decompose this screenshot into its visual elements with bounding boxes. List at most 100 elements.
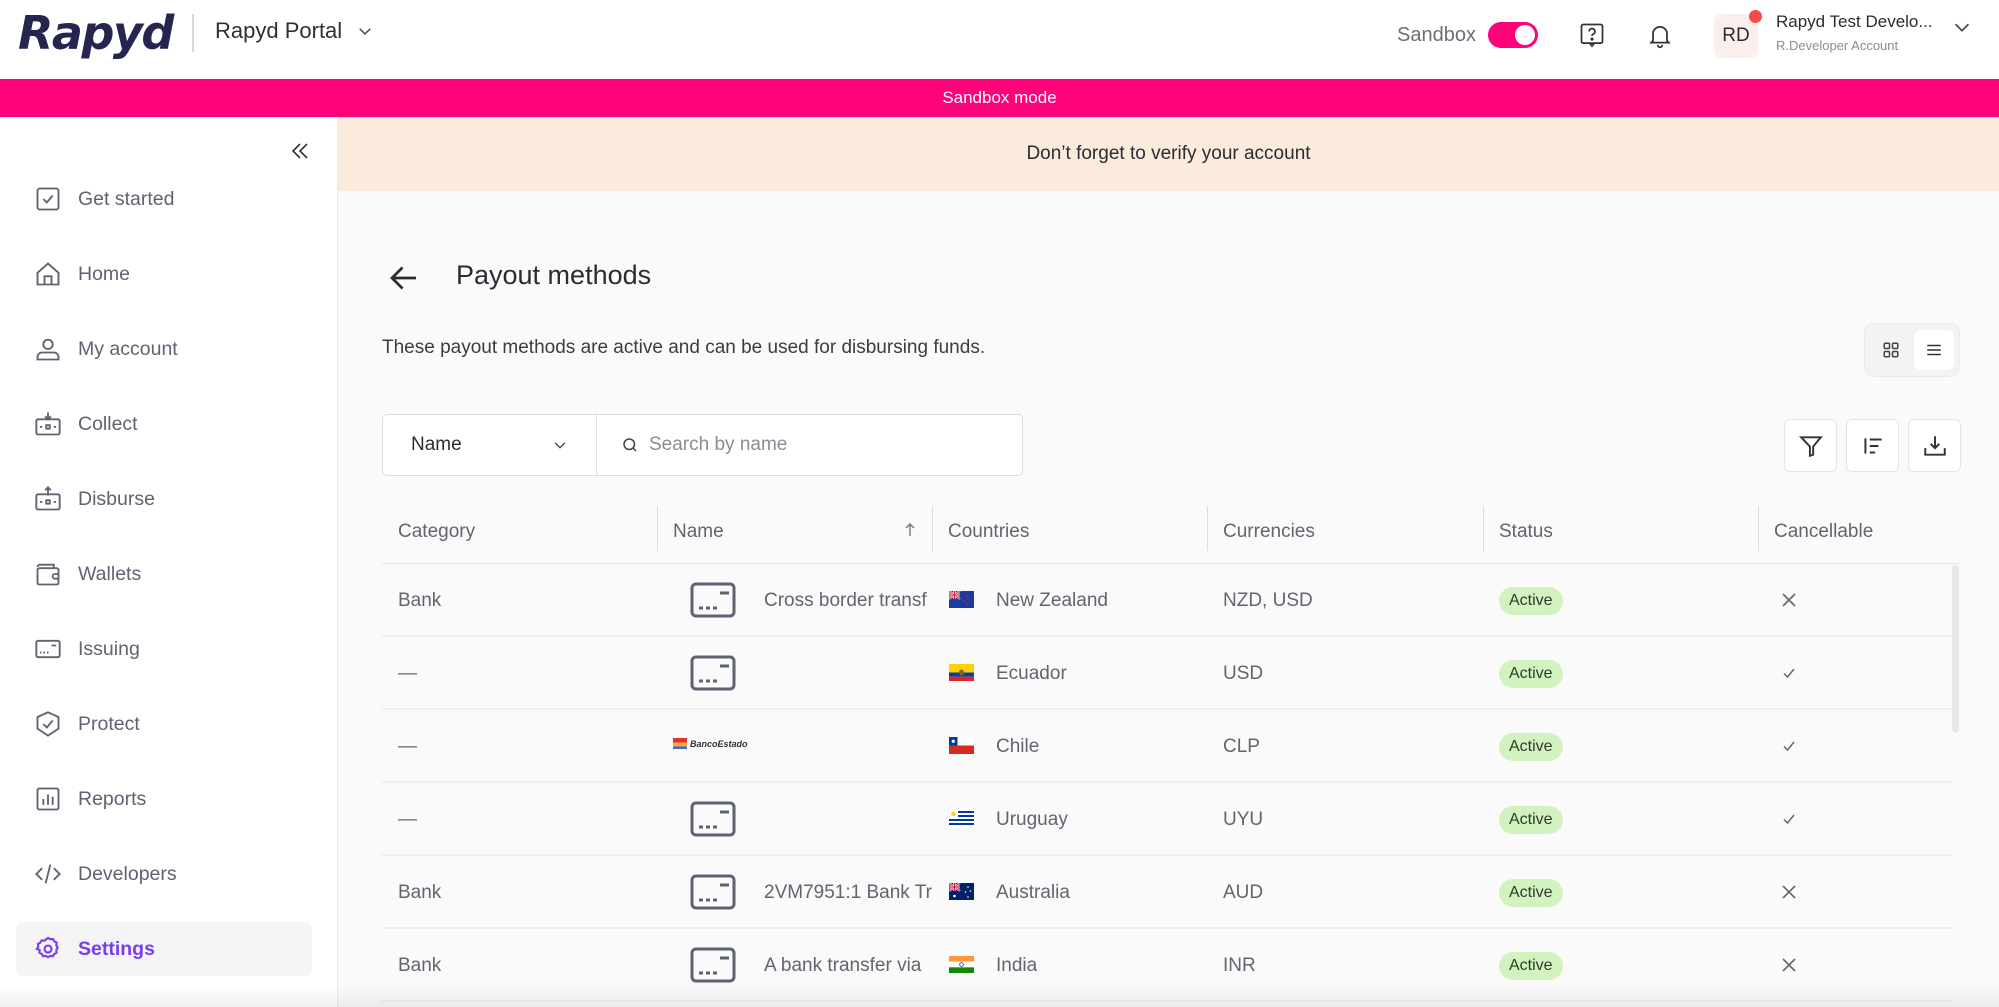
- back-arrow-icon[interactable]: [386, 260, 422, 296]
- portal-label: Rapyd Portal: [215, 18, 343, 43]
- sidebar-item-issuing[interactable]: Issuing: [16, 622, 312, 676]
- cell-currencies: USD: [1223, 662, 1264, 684]
- cell-category: —: [398, 735, 417, 757]
- status-badge: Active: [1499, 805, 1563, 834]
- card-icon: [690, 874, 736, 910]
- disburse-icon: [35, 486, 61, 511]
- notification-dot: [1749, 10, 1762, 23]
- sidebar-item-protect[interactable]: Protect: [16, 697, 312, 751]
- sidebar-item-label: Wallets: [78, 562, 142, 585]
- account-type: R.Developer Account: [1776, 38, 1899, 53]
- top-bar: Rapyd Rapyd Portal Sandbox RD Rapyd Test…: [0, 0, 1999, 79]
- search-icon: [623, 438, 637, 452]
- list-view-button[interactable]: [1914, 330, 1954, 370]
- sidebar-item-label: Settings: [78, 937, 155, 960]
- cell-name: [764, 783, 936, 856]
- grid-icon: [1883, 342, 1899, 358]
- cell-currencies: AUD: [1223, 881, 1264, 903]
- sidebar-item-get-started[interactable]: Get started: [16, 172, 312, 226]
- sidebar-item-home[interactable]: Home: [16, 247, 312, 301]
- sidebar-item-label: My account: [78, 337, 178, 360]
- download-button[interactable]: [1908, 419, 1961, 472]
- sidebar-item-wallets[interactable]: Wallets: [16, 547, 312, 601]
- sandbox-label: Sandbox: [1397, 23, 1476, 46]
- sidebar-item-label: Get started: [78, 187, 175, 210]
- download-icon: [1923, 435, 1946, 456]
- table-row[interactable]: Bank 2VM7951:1 Bank Tr Australia AUD Act…: [382, 856, 1952, 929]
- chevron-down-icon[interactable]: [1951, 16, 1973, 38]
- sidebar-item-reports[interactable]: Reports: [16, 772, 312, 826]
- help-button[interactable]: [1577, 20, 1607, 50]
- payout-methods-table: Category Name Countries Currencies Statu…: [382, 500, 1960, 1002]
- grid-view-button[interactable]: [1871, 330, 1911, 370]
- sidebar-item-my-account[interactable]: My account: [16, 322, 312, 376]
- search-field: [597, 415, 1022, 475]
- sidebar-item-disburse[interactable]: Disburse: [16, 472, 312, 526]
- sidebar-item-label: Protect: [78, 712, 140, 735]
- wallet-icon: [36, 563, 60, 586]
- cell-name: [764, 710, 936, 783]
- page-title: Payout methods: [456, 260, 652, 290]
- search-field-select[interactable]: Name: [383, 415, 597, 475]
- cell-country: Chile: [996, 735, 1040, 757]
- card-icon: [690, 582, 736, 618]
- cell-currencies: CLP: [1223, 735, 1260, 757]
- sandbox-toggle[interactable]: [1487, 22, 1538, 48]
- verify-account-banner[interactable]: Don’t forget to verify your account: [338, 117, 1999, 191]
- search-field-select-value: Name: [411, 434, 462, 455]
- portal-selector[interactable]: Rapyd Portal: [215, 18, 374, 44]
- code-icon: [35, 864, 61, 884]
- collapse-sidebar-icon[interactable]: [288, 139, 312, 163]
- status-badge: Active: [1499, 586, 1563, 615]
- status-badge: Active: [1499, 951, 1563, 980]
- card-icon: [690, 947, 736, 983]
- cell-name: Cross border transf: [764, 589, 927, 611]
- check-icon: [1783, 668, 1795, 679]
- status-badge: Active: [1499, 732, 1563, 761]
- column-header-currencies[interactable]: Currencies: [1207, 500, 1483, 564]
- cell-category: Bank: [398, 589, 442, 611]
- sidebar-item-developers[interactable]: Developers: [16, 847, 312, 901]
- card-icon: [35, 639, 61, 659]
- table-row[interactable]: — Ecuador USD Active: [382, 637, 1952, 710]
- column-header-countries[interactable]: Countries: [932, 500, 1207, 564]
- account-menu[interactable]: Rapyd Test Develo... R.Developer Account: [1776, 12, 1933, 53]
- sidebar-item-label: Developers: [78, 862, 177, 885]
- table-row[interactable]: — BancoEstado Chile CLP Active: [382, 710, 1952, 783]
- x-icon: [1782, 593, 1796, 607]
- cell-country: Ecuador: [996, 662, 1067, 684]
- table-scrollbar[interactable]: [1952, 565, 1959, 733]
- sidebar-item-collect[interactable]: Collect: [16, 397, 312, 451]
- column-header-category[interactable]: Category: [382, 500, 657, 564]
- shield-icon: [36, 711, 60, 737]
- chevron-down-icon: [554, 442, 566, 449]
- cell-name: 2VM7951:1 Bank Tr: [764, 881, 932, 903]
- logo-divider: [192, 14, 194, 52]
- sidebar-item-label: Issuing: [78, 637, 140, 660]
- sort-ascending-icon[interactable]: [902, 520, 918, 540]
- rapyd-logo[interactable]: Rapyd: [18, 6, 174, 60]
- notifications-button[interactable]: [1645, 20, 1675, 50]
- column-header-name[interactable]: Name: [657, 500, 932, 564]
- table-header: Category Name Countries Currencies Statu…: [382, 500, 1960, 564]
- column-header-cancellable[interactable]: Cancellable: [1758, 500, 1952, 564]
- home-icon: [36, 262, 60, 286]
- check-icon: [1783, 741, 1795, 752]
- column-header-status[interactable]: Status: [1483, 500, 1758, 564]
- sidebar-item-label: Disburse: [78, 487, 155, 510]
- search-bar: Name: [382, 414, 1023, 476]
- filter-button[interactable]: [1784, 419, 1837, 472]
- table-row[interactable]: — Uruguay UYU Active: [382, 783, 1952, 856]
- cell-country: Australia: [996, 881, 1070, 903]
- help-icon: [1580, 23, 1604, 48]
- collect-icon: [35, 412, 61, 436]
- sidebar-item-label: Collect: [78, 412, 138, 435]
- cell-category: Bank: [398, 881, 442, 903]
- cell-currencies: NZD, USD: [1223, 589, 1313, 611]
- status-badge: Active: [1499, 878, 1563, 907]
- search-input[interactable]: [649, 434, 1009, 456]
- table-row[interactable]: Bank Cross border transf New Zealand NZD…: [382, 564, 1952, 637]
- view-toggle: [1864, 323, 1960, 377]
- sidebar-item-settings[interactable]: Settings: [16, 922, 312, 976]
- sort-button[interactable]: [1846, 419, 1899, 472]
